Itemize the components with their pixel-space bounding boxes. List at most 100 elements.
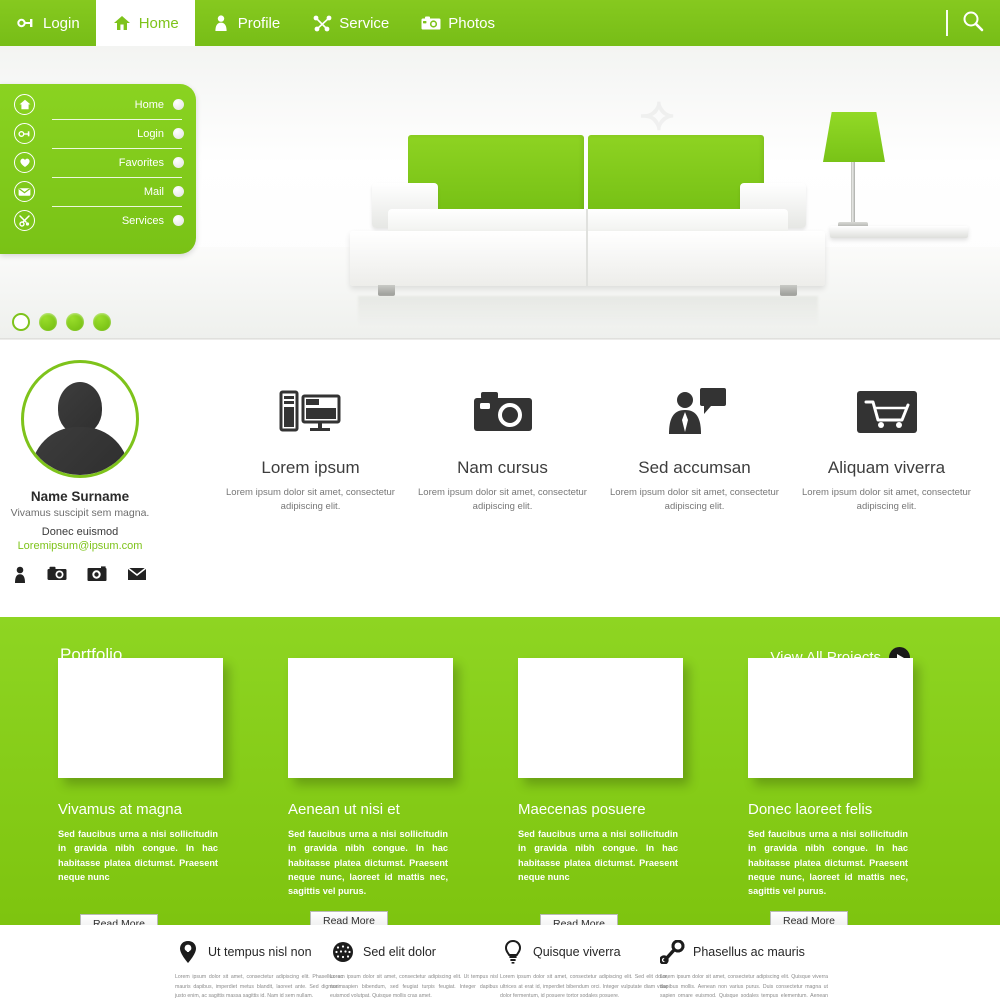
house-icon: [112, 13, 132, 33]
sidebar-item-services-label: Services: [121, 214, 164, 227]
nav-item-service[interactable]: Service: [296, 0, 405, 46]
feature-text: Lorem ipsum dolor sit amet, consectetur …: [610, 487, 779, 512]
feature-card-4: Aliquam viverra Lorem ipsum dolor sit am…: [794, 382, 979, 514]
portfolio-thumbnail[interactable]: [288, 658, 453, 778]
profile-card: Name Surname Vivamus suscipit sem magna.…: [0, 360, 160, 589]
portfolio-thumbnail[interactable]: [58, 658, 223, 778]
sofa-cushion-right: [588, 135, 764, 213]
page-root: Login Home Profile Service Photos Home L…: [0, 0, 1000, 1000]
heart-icon: [14, 152, 35, 173]
nav-item-home[interactable]: Home: [95, 0, 195, 46]
desktop-computer-icon: [218, 382, 403, 442]
sidebar-bullet[interactable]: [173, 215, 184, 226]
feature-text: Lorem ipsum dolor sit amet, consectetur …: [226, 487, 395, 512]
nav-item-photos-label: Photos: [448, 14, 495, 32]
person-icon: [211, 13, 231, 33]
sidebar-bullet[interactable]: [173, 128, 184, 139]
portfolio-section: Portfolio View All Projects Vivamus at m…: [0, 617, 1000, 934]
sidebar-item-home[interactable]: Home: [0, 90, 196, 119]
footer-title: Sed elit dolor: [363, 945, 436, 959]
feature-title: Lorem ipsum: [261, 458, 360, 477]
feature-card-2: Nam cursus Lorem ipsum dolor sit amet, c…: [410, 382, 595, 514]
camera-icon: [410, 382, 595, 442]
slider-pagination: [12, 313, 111, 331]
sofa-reflection: [358, 296, 818, 326]
portfolio-card: Donec laoreet felis Sed faucibus urna a …: [748, 658, 948, 932]
sidebar-bullet[interactable]: [173, 157, 184, 168]
sidebar-item-favorites-label: Favorites: [118, 156, 164, 169]
footer-column-3: Quisque viverra Lorem ipsum dolor sit am…: [500, 939, 668, 1000]
slider-dot-1[interactable]: [12, 313, 30, 331]
sidebar-item-login[interactable]: Login: [0, 119, 196, 148]
portfolio-card-title: Aenean ut nisi et: [288, 801, 400, 818]
slider-dot-3[interactable]: [66, 313, 84, 331]
portfolio-thumbnail[interactable]: [518, 658, 683, 778]
lightbulb-icon: [500, 939, 526, 965]
location-pin-icon: [175, 939, 201, 965]
profile-name: Name Surname: [30, 489, 130, 504]
wall-shelf: [830, 226, 968, 238]
house-icon: [14, 94, 35, 115]
avatar-body: [31, 427, 129, 475]
footer-column-2: Sed elit dolor Lorem ipsum dolor sit ame…: [330, 939, 498, 1000]
search-button[interactable]: [962, 0, 1000, 46]
nav-item-photos[interactable]: Photos: [405, 0, 511, 46]
footer-text: Lorem ipsum dolor sit amet, consectetur …: [330, 974, 498, 1000]
nav-item-profile[interactable]: Profile: [195, 0, 297, 46]
key-icon: [14, 123, 35, 144]
sidebar-item-mail[interactable]: Mail: [0, 177, 196, 206]
portfolio-card: Vivamus at magna Sed faucibus urna a nis…: [58, 658, 258, 934]
footer-title: Phasellus ac mauris: [693, 945, 805, 959]
sidebar-item-mail-label: Mail: [143, 185, 164, 198]
portfolio-card: Maecenas posuere Sed faucibus urna a nis…: [518, 658, 718, 934]
sidebar-menu: Home Login Favorites Mail Services: [0, 84, 196, 254]
feature-text: Lorem ipsum dolor sit amet, consectetur …: [802, 487, 971, 512]
tools-icon: [660, 939, 686, 965]
feature-title: Sed accumsan: [638, 458, 751, 477]
footer-text: Lorem ipsum dolor sit amet, consectetur …: [175, 974, 343, 1000]
portfolio-card-title: Donec laoreet felis: [748, 801, 873, 818]
tools-icon: [14, 210, 35, 231]
nav-divider: [946, 10, 948, 36]
photo-camera-icon[interactable]: [87, 566, 107, 589]
footer-text: Lorem ipsum dolor sit amet, consectetur …: [500, 974, 668, 1000]
portfolio-card-text: Sed faucibus urna a nisi sollicitudin in…: [288, 829, 448, 896]
camera-icon: [421, 13, 441, 33]
features-section: Name Surname Vivamus suscipit sem magna.…: [0, 342, 1000, 617]
feature-title: Nam cursus: [457, 458, 548, 477]
sidebar-item-services[interactable]: Services: [0, 206, 196, 235]
top-navigation: Login Home Profile Service Photos: [0, 0, 1000, 46]
network-icon: [312, 13, 332, 33]
sidebar-item-favorites[interactable]: Favorites: [0, 148, 196, 177]
footer-title: Ut tempus nisl non: [208, 945, 312, 959]
nav-item-login[interactable]: Login: [0, 0, 96, 46]
sofa-leg-left: [378, 285, 395, 296]
portfolio-card-title: Vivamus at magna: [58, 801, 182, 818]
lamp-shade-icon: [823, 112, 885, 162]
footer-text: Lorem ipsum dolor sit amet, consectetur …: [660, 974, 828, 1000]
sofa-leg-right: [780, 285, 797, 296]
sidebar-bullet[interactable]: [173, 99, 184, 110]
portfolio-thumbnail[interactable]: [748, 658, 913, 778]
sidebar-item-home-label: Home: [134, 98, 164, 111]
footer-heading: Phasellus ac mauris: [660, 939, 828, 965]
footer-title: Quisque viverra: [533, 945, 621, 959]
portfolio-card-title: Maecenas posuere: [518, 801, 646, 818]
slider-dot-2[interactable]: [39, 313, 57, 331]
nav-item-login-label: Login: [43, 14, 80, 32]
key-icon: [16, 13, 36, 33]
profile-email[interactable]: Loremipsum@ipsum.com: [0, 540, 160, 552]
slider-dot-4[interactable]: [93, 313, 111, 331]
user-avatar-icon: [21, 360, 139, 478]
sidebar-bullet[interactable]: [173, 186, 184, 197]
person-icon[interactable]: [13, 566, 27, 589]
profile-subheading: Donec euismod: [41, 526, 119, 538]
envelope-icon[interactable]: [127, 566, 147, 589]
camera-icon[interactable]: [47, 566, 67, 589]
feature-text: Lorem ipsum dolor sit amet, consectetur …: [418, 487, 587, 512]
nav-item-home-label: Home: [138, 14, 179, 32]
footer-column-1: Ut tempus nisl non Lorem ipsum dolor sit…: [175, 939, 343, 1000]
feature-card-3: Sed accumsan Lorem ipsum dolor sit amet,…: [602, 382, 787, 514]
portfolio-card: Aenean ut nisi et Sed faucibus urna a ni…: [288, 658, 488, 932]
